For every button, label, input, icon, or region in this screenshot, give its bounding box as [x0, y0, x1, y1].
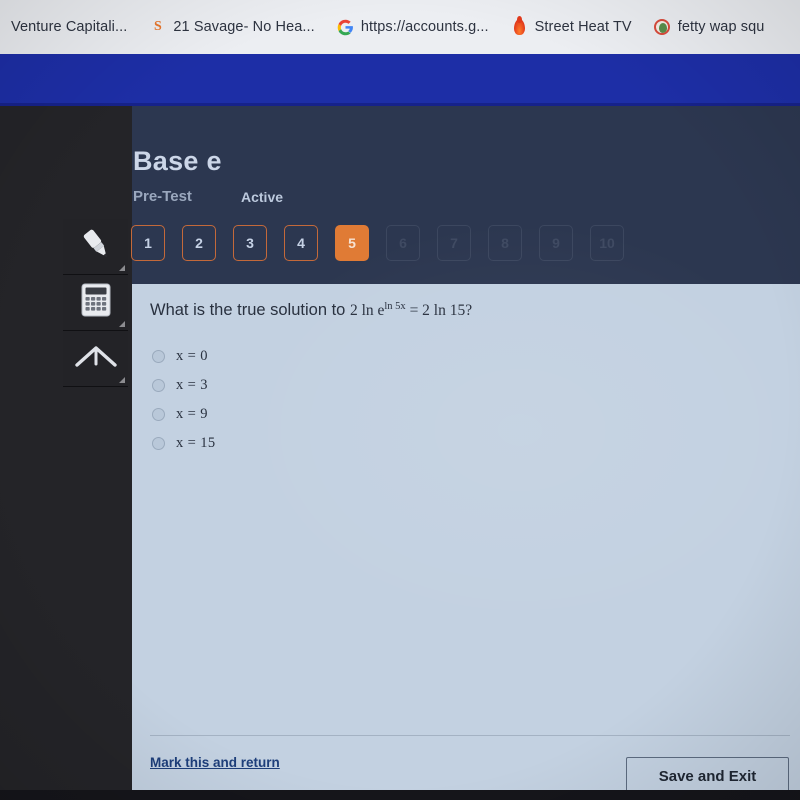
answer-label: x = 15	[176, 435, 216, 451]
pager-item-10: 10	[590, 225, 624, 261]
expression-tail: = 2 ln 15?	[409, 302, 473, 320]
pager-item-5[interactable]: 5	[335, 225, 369, 261]
highlighter-tool-button[interactable]	[63, 219, 128, 275]
tool-palette	[63, 219, 128, 387]
browser-blue-strip	[0, 54, 800, 106]
footer-divider	[150, 735, 790, 736]
bookmark-label: Venture Capitali...	[11, 19, 128, 35]
bookmark-label: 21 Savage- No Hea...	[173, 19, 315, 35]
highlighter-icon	[78, 226, 114, 267]
question-prompt: What is the true solution to 2 ln eln 5x…	[150, 301, 472, 320]
answer-label: x = 0	[176, 348, 208, 364]
radio-button[interactable]	[152, 437, 165, 450]
pager-item-6: 6	[386, 225, 420, 261]
answer-choice-2[interactable]: x = 3	[152, 371, 216, 400]
bookmark-item[interactable]: Street Heat TV	[500, 10, 643, 44]
chevron-up-tool-button[interactable]	[63, 331, 128, 387]
answer-label: x = 3	[176, 377, 208, 393]
question-panel: What is the true solution to 2 ln eln 5x…	[132, 284, 800, 800]
answer-choice-1[interactable]: x = 0	[152, 342, 216, 371]
pager-item-1[interactable]: 1	[131, 225, 165, 261]
radio-button[interactable]	[152, 408, 165, 421]
bottom-bezel	[0, 790, 800, 800]
calculator-icon	[80, 283, 112, 322]
chevron-up-icon	[74, 341, 118, 376]
calculator-tool-button[interactable]	[63, 275, 128, 331]
bookmark-item[interactable]: S 21 Savage- No Hea...	[138, 10, 325, 44]
bookmark-label: fetty wap squ	[677, 19, 765, 35]
bookmark-item[interactable]: https://accounts.g...	[326, 10, 500, 44]
radio-button[interactable]	[152, 350, 165, 363]
answer-choice-3[interactable]: x = 9	[152, 400, 216, 429]
page-title: Base e	[133, 146, 222, 176]
radio-button[interactable]	[152, 379, 165, 392]
pager-item-3[interactable]: 3	[233, 225, 267, 261]
mark-this-and-return-link[interactable]: Mark this and return	[150, 755, 280, 770]
answer-label: x = 9	[176, 406, 208, 422]
flame-icon	[511, 16, 528, 36]
pager-item-4[interactable]: 4	[284, 225, 318, 261]
expression-exponent: ln 5x	[384, 301, 406, 312]
google-icon	[337, 19, 354, 36]
pager-item-9: 9	[539, 225, 573, 261]
bookmark-item[interactable]: Venture Capitali...	[0, 10, 138, 44]
question-expression: 2 ln eln 5x = 2 ln 15?	[349, 301, 473, 320]
quiz-subtitle: Pre-Test	[133, 188, 192, 205]
pager-item-7: 7	[437, 225, 471, 261]
circle-avatar-icon	[654, 19, 671, 36]
answer-choices: x = 0 x = 3 x = 9 x = 15	[152, 342, 216, 458]
bookmarks-bar: Venture Capitali... S 21 Savage- No Hea.…	[0, 0, 800, 54]
question-prompt-text: What is the true solution to	[150, 301, 346, 320]
answer-choice-4[interactable]: x = 15	[152, 429, 216, 458]
soundcloud-icon: S	[153, 19, 162, 34]
bookmark-item[interactable]: fetty wap squ	[643, 10, 776, 44]
pager-item-8: 8	[488, 225, 522, 261]
status-badge: Active	[241, 189, 284, 205]
pager-item-2[interactable]: 2	[182, 225, 216, 261]
bookmark-label: https://accounts.g...	[360, 19, 489, 35]
expression-lead: 2 ln e	[349, 302, 385, 320]
screen-photo: Venture Capitali... S 21 Savage- No Hea.…	[0, 0, 800, 800]
bookmark-label: Street Heat TV	[534, 19, 632, 35]
question-pager: 1 2 3 4 5 6 7 8 9 10	[131, 225, 624, 261]
